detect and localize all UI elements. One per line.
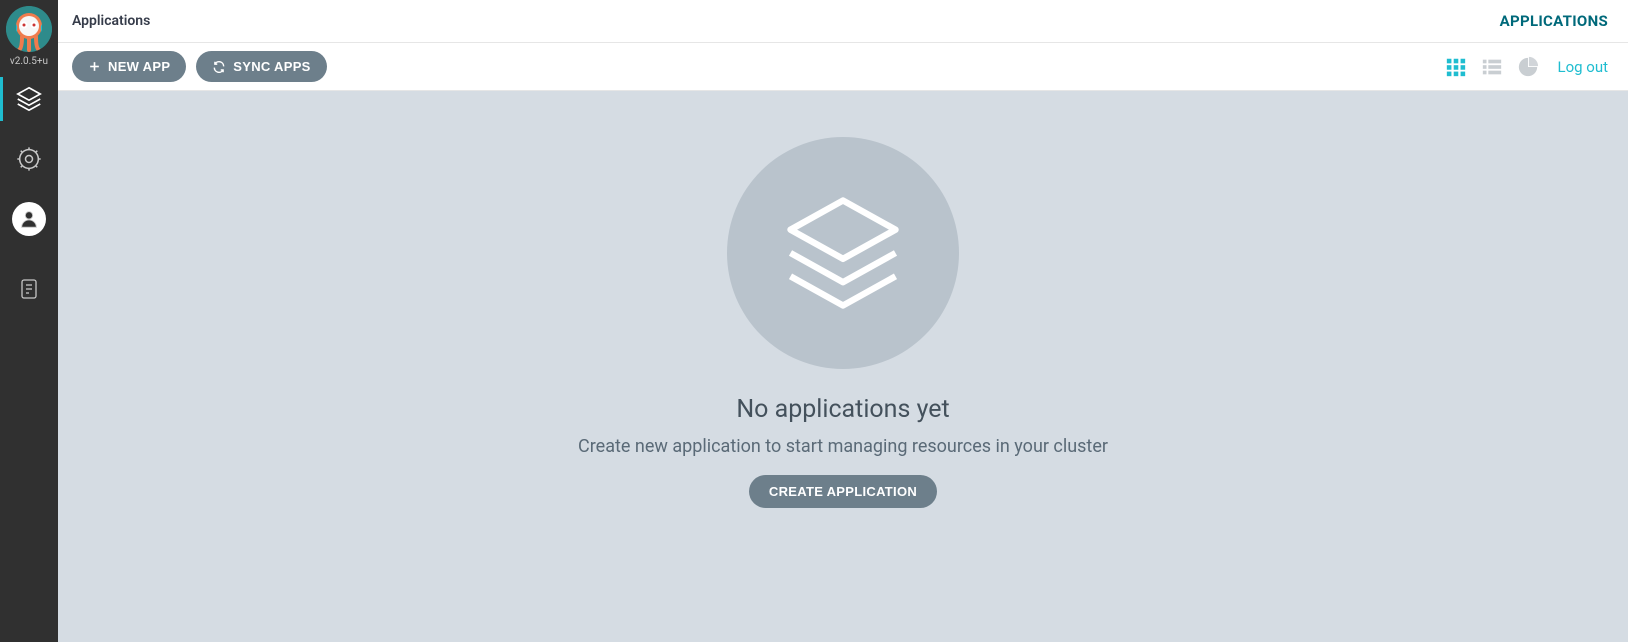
sidebar-item-user[interactable] xyxy=(0,189,58,249)
sidebar-item-settings[interactable] xyxy=(0,129,58,189)
user-avatar-icon xyxy=(12,202,46,236)
view-tiles-button[interactable] xyxy=(1445,56,1467,78)
sync-apps-label: SYNC APPS xyxy=(233,59,310,74)
header: Applications APPLICATIONS xyxy=(58,0,1628,43)
content-empty-state: No applications yet Create new applicati… xyxy=(58,91,1628,642)
book-icon xyxy=(17,277,41,301)
empty-title: No applications yet xyxy=(736,395,949,424)
view-toggle xyxy=(1445,56,1539,78)
sidebar-item-applications[interactable] xyxy=(0,69,58,129)
header-link-applications[interactable]: APPLICATIONS xyxy=(1500,12,1608,30)
logout-link[interactable]: Log out xyxy=(1557,58,1608,76)
argo-logo[interactable] xyxy=(6,6,52,52)
main: Applications APPLICATIONS NEW APP SYNC A… xyxy=(58,0,1628,642)
sync-icon xyxy=(212,60,226,74)
layers-large-icon xyxy=(773,183,913,323)
create-application-button[interactable]: CREATE APPLICATION xyxy=(749,475,937,508)
new-app-button[interactable]: NEW APP xyxy=(72,51,186,82)
toolbar: NEW APP SYNC APPS xyxy=(58,43,1628,91)
sync-apps-button[interactable]: SYNC APPS xyxy=(196,51,326,82)
layers-icon xyxy=(14,84,44,114)
grid-icon xyxy=(1445,56,1467,78)
sidebar-item-docs[interactable] xyxy=(0,259,58,319)
version-label: v2.0.5+u xyxy=(6,56,52,67)
empty-illustration xyxy=(727,137,959,369)
view-pie-button[interactable] xyxy=(1517,56,1539,78)
logo-wrap: v2.0.5+u xyxy=(6,0,52,69)
pie-chart-icon xyxy=(1517,56,1539,78)
plus-icon xyxy=(88,60,101,73)
empty-subtitle: Create new application to start managing… xyxy=(578,436,1108,457)
person-icon xyxy=(18,208,40,230)
gear-icon xyxy=(15,145,43,173)
list-icon xyxy=(1481,56,1503,78)
new-app-label: NEW APP xyxy=(108,59,170,74)
octopus-icon xyxy=(6,6,52,52)
breadcrumb: Applications xyxy=(72,13,150,29)
view-list-button[interactable] xyxy=(1481,56,1503,78)
sidebar: v2.0.5+u xyxy=(0,0,58,642)
